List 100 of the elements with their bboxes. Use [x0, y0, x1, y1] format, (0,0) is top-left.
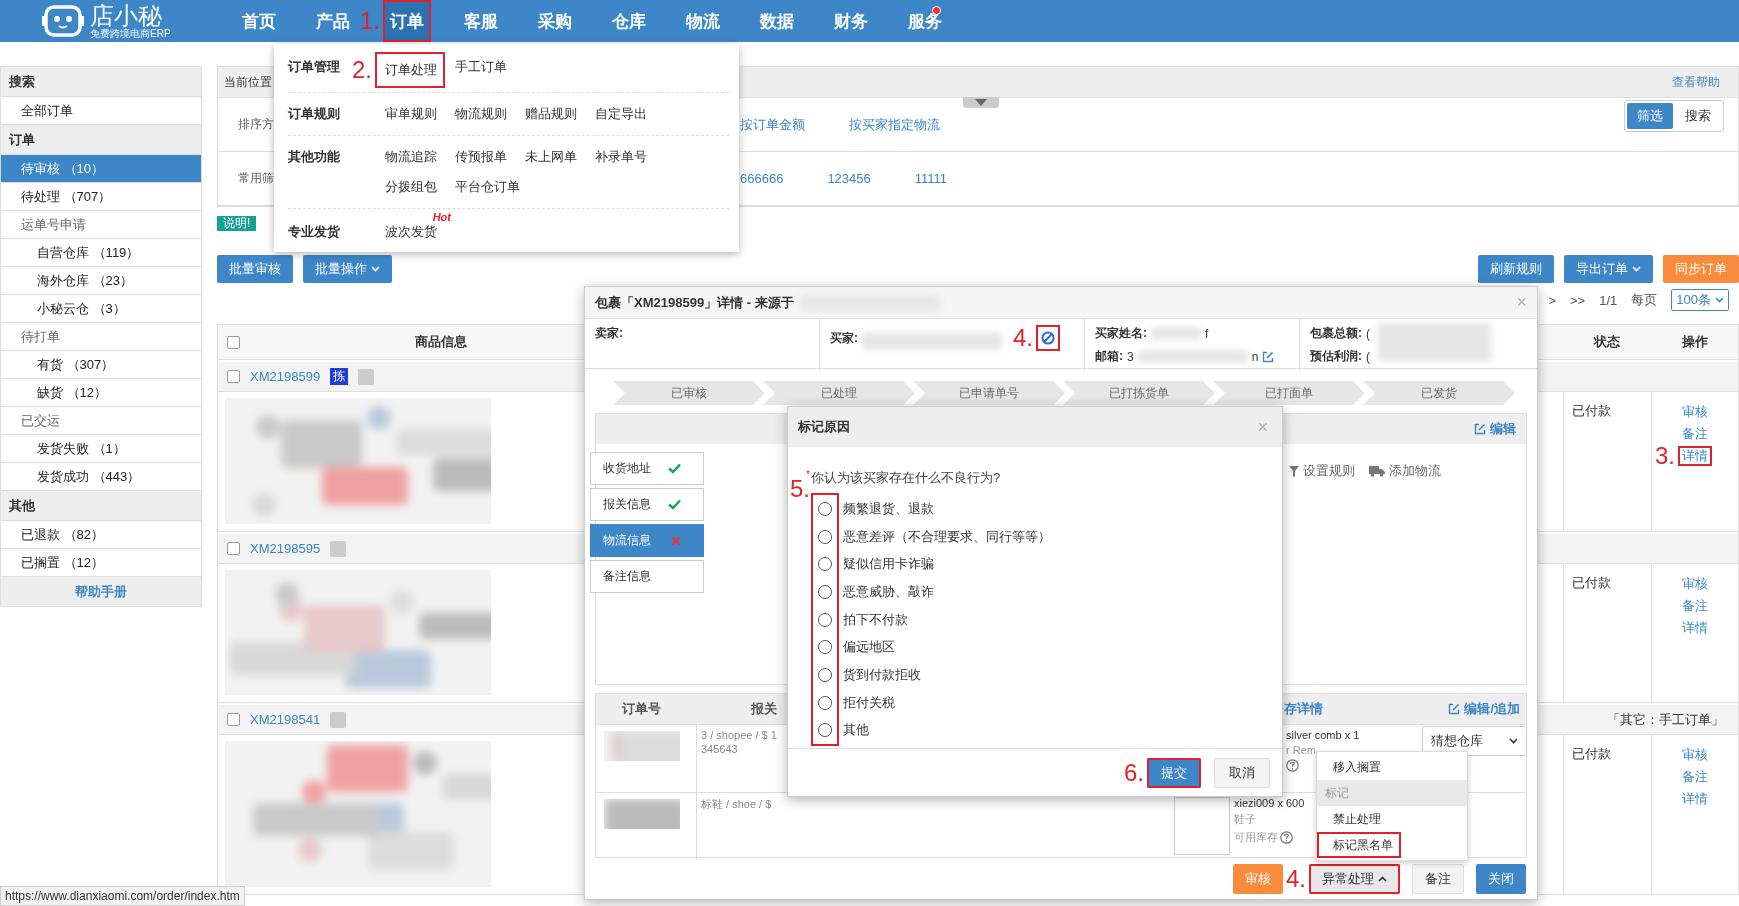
filter-link[interactable]: 按订单金额	[740, 115, 805, 134]
menu-link[interactable]: 分拨组包	[375, 172, 445, 202]
warehouse-select[interactable]: 猜想仓库	[1422, 726, 1527, 756]
sidebar-item[interactable]: 待处理 （707）	[1, 183, 201, 211]
sidebar-item[interactable]: 运单号申请	[1, 211, 201, 239]
sidebar-item[interactable]: 已交运	[1, 407, 201, 435]
close-button[interactable]: ×	[1516, 292, 1527, 313]
checkbox[interactable]	[227, 542, 240, 555]
item-note: r Rem	[1286, 744, 1316, 756]
dialog-button[interactable]: 取消	[1214, 757, 1270, 788]
nav-item[interactable]: 财务	[827, 0, 875, 42]
action-link[interactable]: 备注	[1678, 767, 1712, 787]
menu-link[interactable]: 物流规则	[445, 99, 515, 129]
menu-link[interactable]: 物流追踪	[375, 142, 445, 172]
toolbar-link[interactable]: 添加物流	[1389, 462, 1441, 480]
menu-link[interactable]: 订单处理	[375, 52, 445, 88]
nav-item[interactable]: 仓库	[605, 0, 653, 42]
menu-item[interactable]: 移入搁置	[1317, 754, 1389, 780]
edit-link[interactable]: 编辑	[1474, 420, 1516, 438]
sidebar-item[interactable]: 自营仓库 （119）	[1, 239, 201, 267]
filter-link[interactable]: 11111	[914, 171, 948, 186]
nav-item[interactable]: 数据	[753, 0, 801, 42]
column-header: 订单号	[622, 700, 661, 718]
action-link[interactable]: 备注	[1678, 424, 1712, 444]
tag-icon	[358, 368, 375, 385]
logo-tagline: 免费跨境电商ERP	[90, 28, 171, 39]
step-number: 3.	[1655, 444, 1675, 468]
menu-link[interactable]: 传预报单	[445, 142, 515, 172]
sidebar-item[interactable]: 待审核 （10）	[1, 155, 201, 183]
action-link[interactable]: 审核	[1678, 574, 1712, 594]
toolbar-link[interactable]: 设置规则	[1303, 462, 1355, 480]
checkbox[interactable]	[227, 713, 240, 726]
sidebar-item[interactable]: 海外仓库 （23）	[1, 267, 201, 295]
menu-link[interactable]: 手工订单	[445, 52, 515, 88]
menu-link[interactable]: 自定导出	[585, 99, 655, 129]
action-link[interactable]: 审核	[1678, 402, 1712, 422]
action-link[interactable]: 审核	[1678, 745, 1712, 765]
nav-item[interactable]: 订单	[383, 0, 431, 42]
nav-item[interactable]: 物流	[679, 0, 727, 42]
footer-button[interactable]: 审核	[1233, 864, 1283, 894]
field-value: (	[1366, 349, 1370, 364]
help-link[interactable]: 查看帮助	[1672, 73, 1720, 91]
order-link[interactable]: XM2198599	[250, 369, 321, 384]
section-tab[interactable]: 备注信息	[590, 560, 704, 593]
toggle-option[interactable]: 搜索	[1675, 103, 1721, 129]
footer-button[interactable]: 异常处理	[1309, 864, 1400, 894]
action-link[interactable]: 详情	[1678, 618, 1712, 638]
menu-link[interactable]: 赠品规则	[515, 99, 585, 129]
menu-link[interactable]: 审单规则	[375, 99, 445, 129]
sidebar-item[interactable]: 有货 （307）	[1, 351, 201, 379]
action-link[interactable]: 备注	[1678, 596, 1712, 616]
menu-item[interactable]: 标记黑名单	[1317, 832, 1401, 858]
field-value: n	[1251, 349, 1259, 364]
toggle-option[interactable]: 筛选	[1627, 103, 1673, 129]
section-tab[interactable]: 报关信息	[590, 488, 704, 521]
field-label: 邮箱:	[1095, 348, 1123, 365]
per-page-label: 每页	[1631, 291, 1658, 309]
action-link[interactable]: 详情	[1678, 789, 1712, 809]
block-icon[interactable]	[1036, 325, 1060, 351]
footer-button[interactable]: 备注	[1412, 864, 1464, 894]
sidebar-item[interactable]: 缺货 （12）	[1, 379, 201, 407]
edit-link[interactable]: 编辑/追加	[1448, 700, 1520, 718]
edit-icon[interactable]	[1262, 350, 1275, 363]
action-link[interactable]: 详情	[1678, 446, 1712, 466]
sidebar-item[interactable]: 已退款 （82）	[1, 521, 201, 549]
nav-item[interactable]: 采购	[531, 0, 579, 42]
toolbar-button[interactable]: 导出订单	[1564, 255, 1653, 283]
dialog-button[interactable]: 提交	[1147, 757, 1201, 788]
nav-item[interactable]: 首页	[235, 0, 283, 42]
order-link[interactable]: XM2198595	[250, 541, 321, 556]
menu-item[interactable]: 禁止处理	[1317, 806, 1389, 832]
filter-link[interactable]: 123456	[827, 171, 871, 186]
toolbar-button[interactable]: 同步订单	[1663, 255, 1739, 283]
sidebar-item[interactable]: 待打单	[1, 323, 201, 351]
checkbox[interactable]	[227, 370, 240, 383]
filter-link[interactable]: 按买家指定物流	[849, 115, 940, 134]
next-page[interactable]: >	[1548, 292, 1557, 308]
footer-button[interactable]: 关闭	[1476, 864, 1526, 894]
per-page-select[interactable]: 100条	[1671, 289, 1729, 311]
toolbar-button[interactable]: 刷新规则	[1478, 255, 1554, 283]
sidebar-item[interactable]: 发货失败 （1）	[1, 435, 201, 463]
section-tab[interactable]: 收货地址	[590, 452, 704, 485]
progress-step: 已申请单号	[913, 381, 1065, 405]
nav-item[interactable]: 服务	[901, 0, 949, 42]
checkbox[interactable]	[226, 335, 240, 349]
menu-link[interactable]: 补录单号	[585, 142, 655, 172]
help-link[interactable]: 帮助手册	[1, 577, 201, 607]
toolbar-button[interactable]: 批量操作	[303, 255, 392, 283]
menu-link[interactable]: 平台仓订单	[445, 172, 526, 202]
sidebar-item[interactable]: 小秘云仓 （3）	[1, 295, 201, 323]
filter-link[interactable]: 666666	[740, 171, 784, 186]
progress-step: 已发货	[1363, 381, 1515, 405]
nav-item[interactable]: 客服	[457, 0, 505, 42]
last-page[interactable]: >>	[1570, 292, 1586, 308]
menu-link[interactable]: 未上网单	[515, 142, 585, 172]
nav-item[interactable]: 产品	[309, 0, 357, 42]
toolbar-button[interactable]: 批量审核	[217, 255, 293, 283]
section-tab[interactable]: 物流信息	[590, 524, 704, 557]
collapse-tab[interactable]	[963, 97, 999, 108]
order-link[interactable]: XM2198541	[250, 712, 321, 727]
